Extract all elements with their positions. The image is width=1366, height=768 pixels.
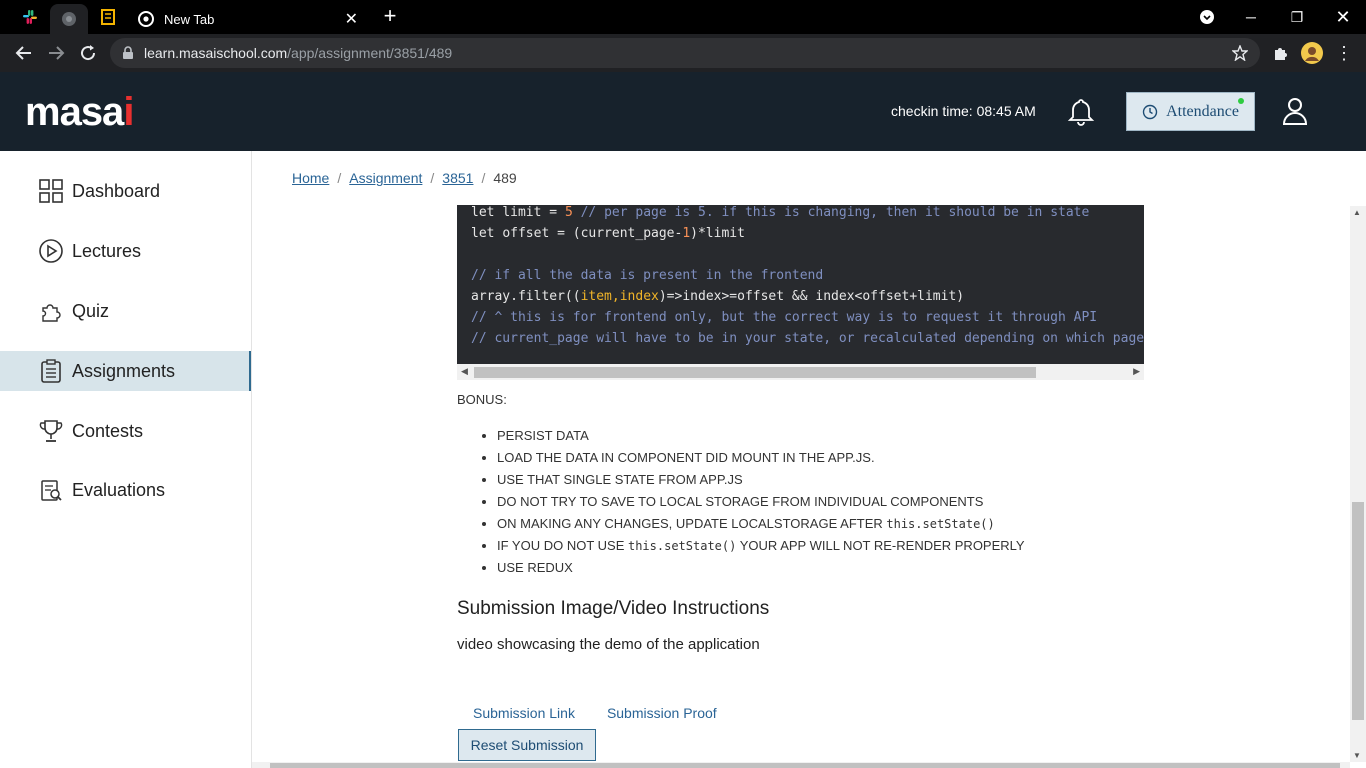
submission-instructions: video showcasing the demo of the applica… [457, 636, 760, 653]
bookmark-star-icon[interactable] [1226, 39, 1254, 67]
breadcrumb-current: 489 [493, 170, 517, 186]
close-tab-icon[interactable]: ✕ [345, 9, 358, 29]
list-item: USE THAT SINGLE STATE FROM APP.JS [497, 469, 1025, 491]
scrollbar-thumb[interactable] [1352, 502, 1364, 720]
notes-tab-icon[interactable] [89, 0, 127, 34]
main-content: Home / Assignment/3851/489 let limit = 5 /… [252, 151, 1350, 762]
tab-submission-proof[interactable]: Submission Proof [591, 703, 733, 723]
code-line: // current_page will have to be in your … [471, 331, 1144, 346]
submission-heading: Submission Image/Video Instructions [457, 598, 770, 619]
masai-tab-icon[interactable] [50, 4, 88, 34]
list-item: LOAD THE DATA IN COMPONENT DID MOUNT IN … [497, 447, 1025, 469]
masai-logo[interactable]: masai [25, 90, 134, 135]
forward-icon[interactable] [42, 39, 70, 67]
tab-title: New Tab [164, 11, 215, 27]
puzzle-icon [38, 298, 64, 324]
scroll-right-icon[interactable]: ▶ [1133, 366, 1140, 377]
tab-new-tab[interactable]: New Tab ✕ [128, 4, 368, 34]
page-vertical-scrollbar[interactable]: ▲ ▼ [1350, 206, 1366, 762]
code-horizontal-scrollbar[interactable]: ◀ ▶ [457, 364, 1144, 380]
online-status-dot [1238, 98, 1244, 104]
submission-tabs: Submission Link Submission Proof [457, 703, 733, 723]
profile-avatar[interactable] [1298, 39, 1326, 67]
tab-search-icon[interactable] [1184, 0, 1230, 34]
list-item: IF YOU DO NOT USE this.setState() YOUR A… [497, 535, 1025, 557]
bonus-title: BONUS: [457, 392, 507, 407]
sidebar-item-evaluations[interactable]: Evaluations [0, 470, 251, 510]
breadcrumb-home[interactable]: Home [292, 170, 329, 186]
breadcrumb-id[interactable]: 3851 [442, 170, 473, 186]
sidebar-item-assignments[interactable]: Assignments [0, 351, 251, 391]
sidebar: Dashboard Lectures Quiz Assignments Cont… [0, 151, 252, 768]
page-horizontal-scrollbar[interactable] [252, 762, 1350, 768]
user-profile-icon[interactable] [1282, 97, 1308, 130]
minimize-icon[interactable]: ─ [1228, 0, 1274, 34]
browser-toolbar: learn.masaischool.com/app/assignment/385… [0, 34, 1366, 72]
back-icon[interactable] [10, 39, 38, 67]
reset-submission-button[interactable]: Reset Submission [458, 729, 596, 761]
browser-titlebar: New Tab ✕ + ─ ❐ ✕ [0, 0, 1366, 34]
clock-icon [1142, 104, 1158, 119]
list-item: DO NOT TRY TO SAVE TO LOCAL STORAGE FROM… [497, 491, 1025, 513]
evaluation-icon [38, 477, 64, 503]
list-item: ON MAKING ANY CHANGES, UPDATE LOCALSTORA… [497, 513, 1025, 535]
dashboard-icon [38, 178, 64, 204]
attendance-label: Attendance [1166, 102, 1239, 120]
sidebar-item-label: Contests [72, 420, 144, 441]
breadcrumb-assignment[interactable]: Assignment [349, 170, 422, 186]
trophy-icon [38, 418, 64, 444]
clipboard-icon [38, 358, 64, 384]
url-text: learn.masaischool.com/app/assignment/385… [144, 45, 453, 61]
play-circle-icon [38, 238, 64, 264]
code-line: let limit = 5 // per page is 5. if this … [471, 205, 1090, 220]
sidebar-item-label: Lectures [72, 240, 142, 261]
close-window-icon[interactable]: ✕ [1320, 0, 1366, 34]
bell-icon[interactable] [1066, 97, 1096, 132]
sidebar-item-contests[interactable]: Contests [0, 411, 251, 451]
new-tab-button[interactable]: + [378, 4, 402, 30]
scrollbar-thumb[interactable] [270, 763, 1340, 768]
scroll-left-icon[interactable]: ◀ [461, 366, 468, 377]
code-block: let limit = 5 // per page is 5. if this … [457, 205, 1144, 380]
sidebar-item-label: Dashboard [72, 180, 161, 201]
code-line: array.filter((item,index)=>index>=offset… [471, 289, 965, 304]
scroll-up-icon[interactable]: ▲ [1353, 208, 1361, 217]
slack-tab-icon[interactable] [11, 0, 49, 34]
code-line: // ^ this is for frontend only, but the … [471, 310, 1098, 325]
attendance-button[interactable]: Attendance [1126, 92, 1255, 131]
sidebar-item-label: Quiz [72, 300, 110, 321]
tab-submission-link[interactable]: Submission Link [457, 703, 591, 723]
bonus-list: PERSIST DATA LOAD THE DATA IN COMPONENT … [481, 425, 1025, 579]
lock-icon [123, 46, 133, 59]
chrome-icon [138, 11, 154, 27]
checkin-time: checkin time: 08:45 AM [891, 103, 1036, 119]
sidebar-item-label: Evaluations [72, 479, 166, 500]
list-item: USE REDUX [497, 557, 1025, 579]
scroll-down-icon[interactable]: ▼ [1353, 751, 1361, 760]
site-header: masai checkin time: 08:45 AM Attendance [0, 72, 1366, 151]
code-line: // if all the data is present in the fro… [471, 268, 824, 283]
sidebar-item-quiz[interactable]: Quiz [0, 291, 251, 331]
code-line: let offset = (current_page-1)*limit [471, 226, 745, 241]
list-item: PERSIST DATA [497, 425, 1025, 447]
reload-icon[interactable] [74, 39, 102, 67]
address-bar[interactable]: learn.masaischool.com/app/assignment/385… [110, 38, 1260, 68]
sidebar-item-dashboard[interactable]: Dashboard [0, 171, 251, 211]
restore-icon[interactable]: ❐ [1274, 0, 1320, 34]
scrollbar-thumb[interactable] [474, 367, 1036, 378]
sidebar-item-label: Assignments [72, 360, 176, 381]
sidebar-item-lectures[interactable]: Lectures [0, 231, 251, 271]
extensions-icon[interactable] [1266, 39, 1294, 67]
menu-kebab-icon[interactable]: ⋮ [1330, 39, 1358, 67]
breadcrumb: Home / Assignment/3851/489 [292, 170, 517, 186]
